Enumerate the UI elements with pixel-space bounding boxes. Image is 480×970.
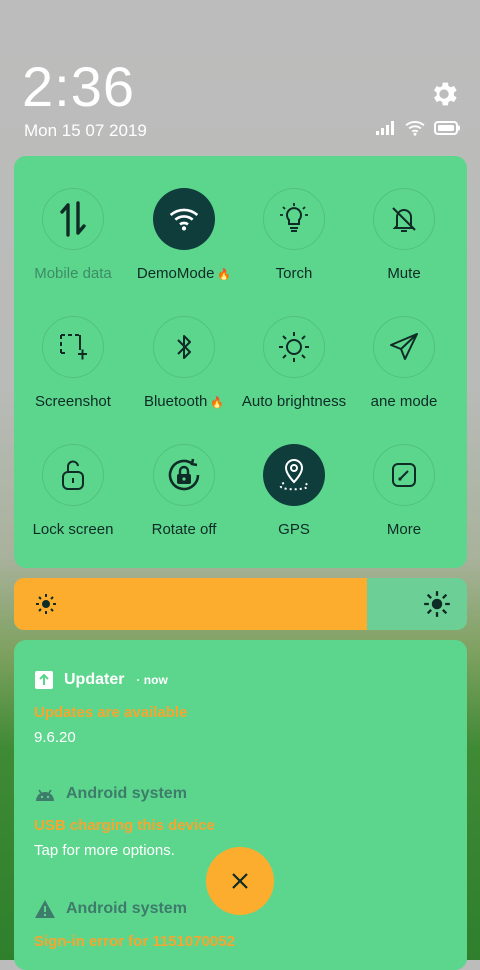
- tile-label: Mute: [387, 265, 421, 282]
- tile-more[interactable]: More: [349, 444, 459, 564]
- tile-torch[interactable]: Torch: [239, 188, 349, 308]
- airplane-mode-icon: [373, 316, 435, 378]
- notification-app-name: Android system: [66, 785, 187, 802]
- gps-icon: [263, 444, 325, 506]
- notification-body: 9.6.20: [34, 729, 76, 746]
- torch-icon: [263, 188, 325, 250]
- mobile-data-icon: [42, 188, 104, 250]
- system-icons: [376, 120, 460, 136]
- dismiss-all-button[interactable]: [206, 847, 274, 915]
- tile-label: DemoMode: [136, 265, 215, 282]
- brightness-slider[interactable]: [14, 578, 467, 630]
- flame-icon: 🔥: [217, 269, 232, 281]
- flame-icon: 🔥: [210, 397, 225, 409]
- notification-panel: Updater · now Updates are available 9.6.…: [14, 640, 467, 970]
- tile-mute[interactable]: Mute: [349, 188, 459, 308]
- tile-screenshot[interactable]: Screenshot: [18, 316, 128, 436]
- brightness-fill[interactable]: [14, 578, 368, 630]
- close-icon: [232, 873, 248, 889]
- signal-icon: [376, 121, 394, 135]
- tile-demomode[interactable]: DemoMode 🔥: [129, 188, 239, 308]
- warning-icon: [35, 900, 55, 918]
- tile-label: Screenshot: [35, 393, 111, 410]
- quick-settings-panel: Mobile data DemoMode 🔥 Torch Mute Screen…: [14, 156, 467, 568]
- tile-label: Lock screen: [32, 521, 114, 538]
- auto-brightness-icon: [263, 316, 325, 378]
- mute-icon: [373, 188, 435, 250]
- date[interactable]: Mon 15 07 2019: [24, 121, 147, 141]
- notification-app-name: Android system: [66, 900, 187, 917]
- tile-label: Torch: [275, 265, 313, 282]
- rotate-lock-icon: [153, 444, 215, 506]
- tile-label: Mobile data: [34, 265, 112, 282]
- gear-icon[interactable]: [428, 78, 460, 110]
- tile-mobile-data[interactable]: Mobile data: [18, 188, 128, 308]
- more-edit-icon: [373, 444, 435, 506]
- tile-label: Rotate off: [151, 521, 217, 538]
- tile-rotate-off[interactable]: Rotate off: [129, 444, 239, 564]
- tile-auto-brightness[interactable]: Auto brightness: [239, 316, 349, 436]
- tile-airplane-mode[interactable]: ane mode: [349, 316, 459, 436]
- notification-time: · now: [136, 673, 168, 687]
- tile-label: ane mode: [370, 393, 438, 410]
- notification-updater[interactable]: Updater · now Updates are available 9.6.…: [34, 670, 454, 746]
- notification-app-name: Updater: [64, 671, 125, 688]
- tile-label: GPS: [278, 521, 310, 538]
- notification-title: Sign-in error for 1151070052: [34, 933, 235, 950]
- tile-label: Bluetooth: [143, 393, 208, 410]
- bluetooth-icon: [153, 316, 215, 378]
- tile-label: More: [386, 521, 422, 538]
- brightness-low-icon: [36, 594, 56, 614]
- notification-title: Updates are available: [34, 704, 188, 721]
- screenshot-icon: [42, 316, 104, 378]
- updater-icon: [35, 671, 53, 689]
- tile-label: Auto brightness: [241, 393, 347, 410]
- tile-bluetooth[interactable]: Bluetooth 🔥: [129, 316, 239, 436]
- brightness-high-icon: [424, 591, 450, 617]
- lock-screen-icon: [42, 444, 104, 506]
- battery-icon: [434, 121, 460, 135]
- tile-gps[interactable]: GPS: [239, 444, 349, 564]
- wifi-icon: [153, 188, 215, 250]
- tile-lock-screen[interactable]: Lock screen: [18, 444, 128, 564]
- android-icon: [36, 789, 54, 801]
- status-area: 2:36 Mon 15 07 2019: [0, 0, 480, 150]
- notification-title: USB charging this device: [34, 817, 215, 834]
- clock[interactable]: 2:36: [22, 54, 135, 119]
- wifi-status-icon: [405, 121, 425, 136]
